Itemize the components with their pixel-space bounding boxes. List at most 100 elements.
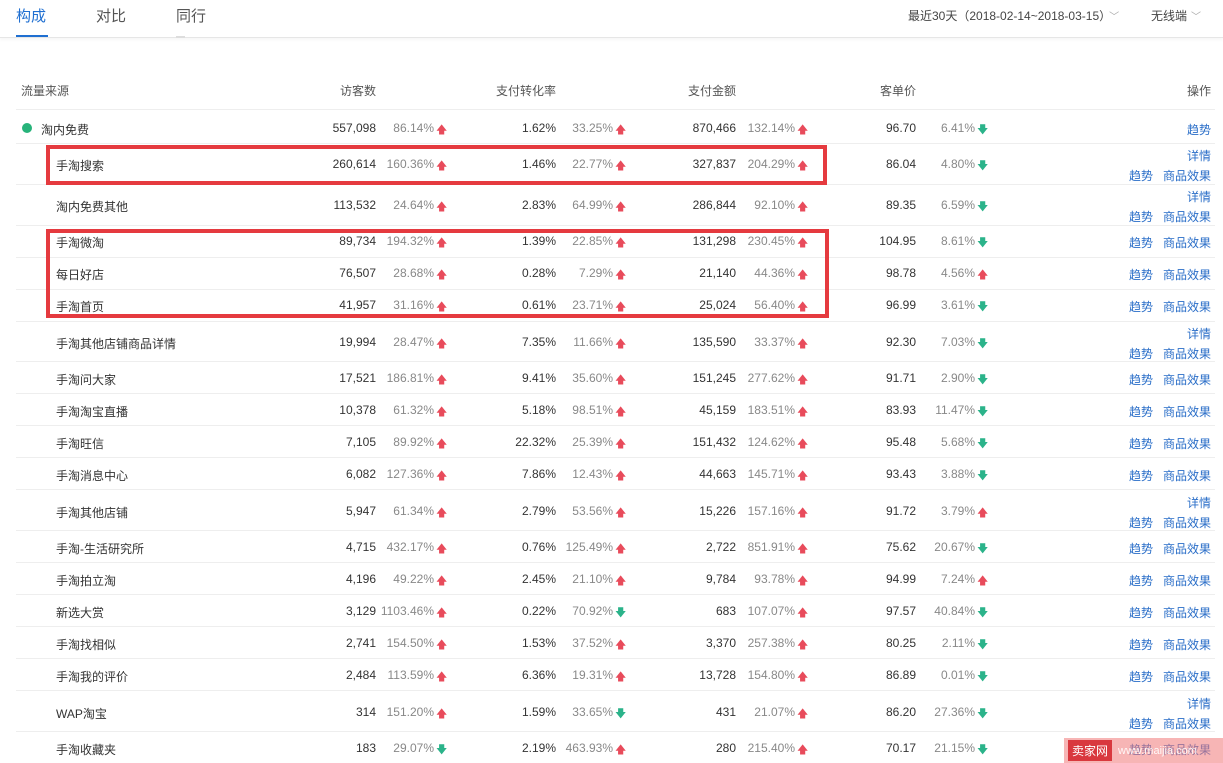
amount-change: 124.62% xyxy=(747,435,795,449)
arrow-up-icon: 🡅 xyxy=(436,124,448,136)
visitors-change: 86.14% xyxy=(393,121,434,135)
arrow-down-icon: 🡇 xyxy=(977,470,989,482)
trend-link[interactable]: 趋势 xyxy=(1129,715,1153,732)
chevron-down-icon: ﹀ xyxy=(1191,12,1202,23)
amount-change: 145.71% xyxy=(747,467,795,481)
conversion-value: 1.59% xyxy=(521,705,556,719)
trend-link[interactable]: 趋势 xyxy=(1187,121,1211,138)
conversion-value: 7.35% xyxy=(521,335,556,349)
trend-link[interactable]: 趋势 xyxy=(1129,572,1153,589)
trend-link[interactable]: 趋势 xyxy=(1129,636,1153,653)
unit-price-value: 95.48 xyxy=(885,435,916,449)
conversion-value: 5.18% xyxy=(521,403,556,417)
product-effect-link[interactable]: 商品效果 xyxy=(1163,298,1211,315)
col-amount: 支付金额 xyxy=(688,84,737,98)
arrow-up-icon: 🡅 xyxy=(436,671,448,683)
arrow-down-icon: 🡇 xyxy=(977,374,989,386)
product-effect-link[interactable]: 商品效果 xyxy=(1163,636,1211,653)
product-effect-link[interactable]: 商品效果 xyxy=(1163,234,1211,251)
detail-link[interactable]: 详情 xyxy=(1187,147,1211,164)
amount-change: 157.16% xyxy=(747,504,795,518)
visitors-change: 151.20% xyxy=(386,705,434,719)
trend-link[interactable]: 趋势 xyxy=(1129,345,1153,362)
detail-link[interactable]: 详情 xyxy=(1187,494,1211,511)
product-effect-link[interactable]: 商品效果 xyxy=(1163,715,1211,732)
detail-link[interactable]: 详情 xyxy=(1187,325,1211,342)
conversion-value: 1.39% xyxy=(521,234,556,248)
product-effect-link[interactable]: 商品效果 xyxy=(1163,604,1211,621)
arrow-down-icon: 🡇 xyxy=(977,607,989,619)
trend-link[interactable]: 趋势 xyxy=(1129,403,1153,420)
source-name: 手淘淘宝直播 xyxy=(56,405,129,419)
unit-price-value: 97.57 xyxy=(885,604,916,618)
arrow-up-icon: 🡅 xyxy=(615,338,627,350)
conversion-change: 125.49% xyxy=(565,540,613,554)
product-effect-link[interactable]: 商品效果 xyxy=(1163,540,1211,557)
detail-link[interactable]: 详情 xyxy=(1187,188,1211,205)
arrow-up-icon: 🡅 xyxy=(797,124,809,136)
date-range-select[interactable]: 最近30天（2018-02-14~2018-03-15） ﹀ xyxy=(908,7,1119,24)
arrow-down-icon: 🡇 xyxy=(977,671,989,683)
arrow-down-icon: 🡇 xyxy=(977,708,989,720)
product-effect-link[interactable]: 商品效果 xyxy=(1163,572,1211,589)
tab-peers[interactable]: 同行 xyxy=(176,5,206,26)
unit-price-change: 27.36% xyxy=(934,705,975,719)
arrow-up-icon: 🡅 xyxy=(436,708,448,720)
amount-change: 44.36% xyxy=(754,266,795,280)
unit-price-change: 2.90% xyxy=(940,371,975,385)
unit-price-change: 20.67% xyxy=(934,540,975,554)
visitors-change: 113.59% xyxy=(387,668,434,682)
trend-link[interactable]: 趋势 xyxy=(1129,604,1153,621)
trend-link[interactable]: 趋势 xyxy=(1129,540,1153,557)
trend-link[interactable]: 趋势 xyxy=(1129,435,1153,452)
trend-link[interactable]: 趋势 xyxy=(1129,298,1153,315)
watermark: 卖家网 www.maijia.com xyxy=(1064,738,1223,763)
arrow-up-icon: 🡅 xyxy=(797,374,809,386)
conversion-change: 64.99% xyxy=(572,198,613,212)
product-effect-link[interactable]: 商品效果 xyxy=(1163,514,1211,531)
trend-link[interactable]: 趋势 xyxy=(1129,371,1153,388)
trend-link[interactable]: 趋势 xyxy=(1129,467,1153,484)
conversion-change: 22.85% xyxy=(572,234,613,248)
product-effect-link[interactable]: 商品效果 xyxy=(1163,167,1211,184)
visitors-value: 89,734 xyxy=(339,234,376,248)
tab-composition[interactable]: 构成 xyxy=(16,5,46,26)
amount-value: 9,784 xyxy=(705,572,736,586)
detail-link[interactable]: 详情 xyxy=(1187,695,1211,712)
product-effect-link[interactable]: 商品效果 xyxy=(1163,371,1211,388)
amount-change: 33.37% xyxy=(754,335,795,349)
conversion-value: 1.62% xyxy=(521,121,556,135)
product-effect-link[interactable]: 商品效果 xyxy=(1163,435,1211,452)
product-effect-link[interactable]: 商品效果 xyxy=(1163,668,1211,685)
amount-value: 44,663 xyxy=(699,467,736,481)
device-select[interactable]: 无线端 ﹀ xyxy=(1151,7,1201,24)
tab-compare[interactable]: 对比 xyxy=(96,5,126,26)
trend-link[interactable]: 趋势 xyxy=(1129,514,1153,531)
amount-value: 25,024 xyxy=(699,298,736,312)
product-effect-link[interactable]: 商品效果 xyxy=(1163,467,1211,484)
trend-link[interactable]: 趋势 xyxy=(1129,208,1153,225)
visitors-value: 19,994 xyxy=(339,335,376,349)
source-name: 新选大赏 xyxy=(56,606,105,620)
source-name: 手淘-生活研究所 xyxy=(56,542,144,556)
visitors-value: 5,947 xyxy=(345,504,376,518)
trend-link[interactable]: 趋势 xyxy=(1129,167,1153,184)
arrow-up-icon: 🡅 xyxy=(436,607,448,619)
amount-change: 277.62% xyxy=(747,371,795,385)
amount-change: 215.40% xyxy=(747,741,795,755)
amount-change: 851.91% xyxy=(747,540,795,554)
amount-value: 327,837 xyxy=(692,157,736,171)
arrow-up-icon: 🡅 xyxy=(436,237,448,249)
trend-link[interactable]: 趋势 xyxy=(1129,668,1153,685)
product-effect-link[interactable]: 商品效果 xyxy=(1163,345,1211,362)
visitors-value: 41,957 xyxy=(339,298,376,312)
trend-link[interactable]: 趋势 xyxy=(1129,234,1153,251)
product-effect-link[interactable]: 商品效果 xyxy=(1163,208,1211,225)
conversion-change: 23.71% xyxy=(572,298,613,312)
arrow-up-icon: 🡅 xyxy=(615,507,627,519)
product-effect-link[interactable]: 商品效果 xyxy=(1163,266,1211,283)
arrow-up-icon: 🡅 xyxy=(797,438,809,450)
trend-link[interactable]: 趋势 xyxy=(1129,266,1153,283)
product-effect-link[interactable]: 商品效果 xyxy=(1163,403,1211,420)
unit-price-change: 4.80% xyxy=(940,157,975,171)
